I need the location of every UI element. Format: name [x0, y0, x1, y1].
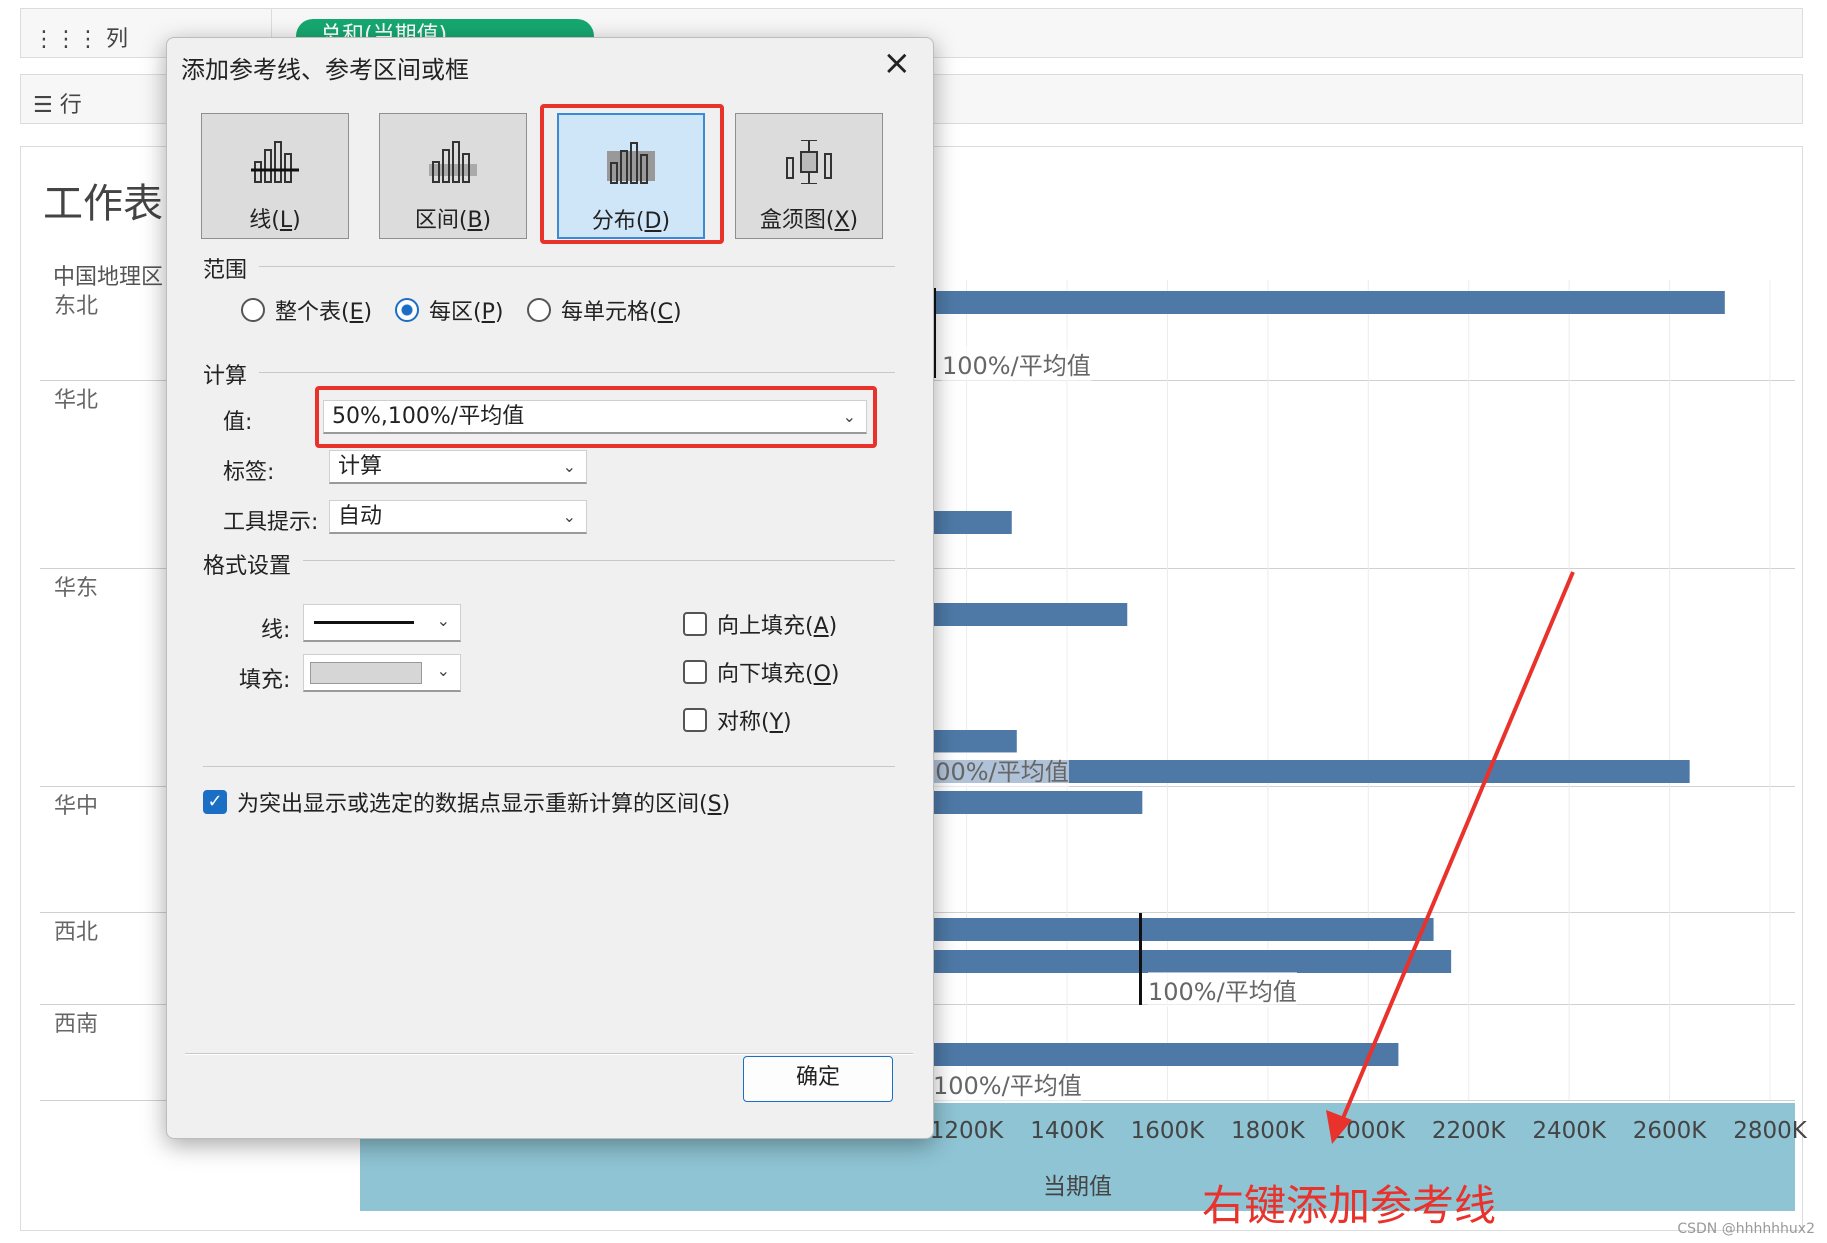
chevron-down-icon: ⌄	[436, 661, 450, 680]
reference-label: 100%/平均值	[942, 346, 1091, 381]
highlight-box	[540, 104, 724, 244]
type-boxplot-button[interactable]: 盒须图(X)	[735, 113, 883, 239]
x-tick-label: 1200K	[929, 1118, 1004, 1144]
radio-circle[interactable]	[241, 298, 265, 322]
scope-table-radio[interactable]: 整个表(E)	[241, 294, 372, 326]
reference-line[interactable]	[1139, 913, 1142, 1005]
dialog-title: 添加参考线、参考区间或框	[181, 56, 469, 84]
label-dropdown[interactable]: 计算 ⌄	[329, 450, 587, 484]
symmetric-checkbox[interactable]: 对称(Y)	[683, 704, 792, 736]
fill-label: 填充:	[239, 668, 291, 693]
x-tick-label: 2200K	[1431, 1118, 1506, 1144]
chevron-down-icon: ⌄	[562, 457, 576, 476]
calc-section-title: 计算	[203, 364, 248, 389]
scope-cell-label: 每单元格(C)	[561, 300, 682, 325]
annotation-text: 右键添加参考线	[1202, 1181, 1497, 1230]
format-section-title: 格式设置	[203, 554, 292, 579]
close-icon[interactable]: ×	[883, 46, 912, 80]
divider	[259, 372, 895, 373]
checkbox-box[interactable]	[683, 612, 707, 636]
fill-swatch	[310, 662, 422, 684]
fill-dropdown[interactable]: ⌄	[303, 654, 461, 692]
type-line-label: 线(L)	[249, 208, 301, 233]
reference-label: 100%/平均值	[920, 752, 1069, 787]
radio-circle[interactable]	[527, 298, 551, 322]
scope-cell-radio[interactable]: 每单元格(C)	[527, 294, 682, 326]
value-label: 值:	[223, 410, 253, 435]
chevron-down-icon: ⌄	[562, 507, 576, 526]
reference-label: 100%/平均值	[1148, 972, 1297, 1007]
band-chart-icon	[429, 141, 477, 183]
line-style-dropdown[interactable]: ⌄	[303, 604, 461, 642]
divider	[185, 1053, 913, 1054]
fill-above-label: 向上填充(A)	[717, 614, 838, 639]
type-boxplot-label: 盒须图(X)	[759, 208, 859, 233]
add-reference-dialog: 添加参考线、参考区间或框 × 线(L) 区间(B) 分布(D) 盒须图(X) 范…	[166, 37, 934, 1139]
chevron-down-icon: ⌄	[436, 611, 450, 630]
label-label: 标签:	[223, 460, 275, 485]
divider	[303, 560, 895, 561]
type-band-label: 区间(B)	[414, 208, 492, 233]
x-tick-label: 1600K	[1130, 1118, 1205, 1144]
line-swatch	[314, 621, 414, 624]
symmetric-label: 对称(Y)	[717, 710, 792, 735]
fill-below-checkbox[interactable]: 向下填充(O)	[683, 656, 840, 688]
x-tick-label: 2800K	[1733, 1118, 1807, 1144]
boxplot-icon	[786, 139, 832, 185]
radio-circle-selected[interactable]	[395, 298, 419, 322]
line-chart-icon	[251, 141, 299, 183]
line-style-label: 线:	[261, 618, 291, 643]
fill-above-checkbox[interactable]: 向上填充(A)	[683, 608, 837, 640]
type-band-button[interactable]: 区间(B)	[379, 113, 527, 239]
type-line-button[interactable]: 线(L)	[201, 113, 349, 239]
scope-pane-radio[interactable]: 每区(P)	[395, 294, 503, 326]
highlight-box	[315, 386, 877, 448]
x-tick-label: 1400K	[1030, 1118, 1104, 1144]
watermark: CSDN @hhhhhhux2	[1677, 1221, 1815, 1237]
divider	[203, 766, 895, 767]
x-tick-label: 2000K	[1331, 1118, 1406, 1144]
tooltip-label: 工具提示:	[223, 510, 319, 535]
fill-below-label: 向下填充(O)	[717, 662, 840, 687]
ok-button[interactable]: 确定	[743, 1056, 893, 1102]
reference-label: 100%/平均值	[933, 1066, 1082, 1101]
x-tick-label: 2400K	[1532, 1118, 1606, 1144]
scope-section-title: 范围	[203, 258, 248, 283]
divider	[185, 1054, 913, 1055]
tooltip-dropdown[interactable]: 自动 ⌄	[329, 500, 587, 534]
recalc-label: 为突出显示或选定的数据点显示重新计算的区间(S)	[237, 792, 731, 817]
x-tick-label: 1800K	[1231, 1118, 1305, 1144]
scope-table-label: 整个表(E)	[275, 300, 373, 325]
checkbox-box[interactable]	[683, 660, 707, 684]
divider	[259, 266, 895, 267]
scope-pane-label: 每区(P)	[429, 300, 504, 325]
checkbox-box[interactable]	[683, 708, 707, 732]
checkmark-icon[interactable]: ✓	[203, 790, 227, 814]
x-tick-label: 2600K	[1632, 1118, 1707, 1144]
x-axis-title: 当期值	[1043, 1174, 1112, 1200]
recalc-checkbox[interactable]: ✓ 为突出显示或选定的数据点显示重新计算的区间(S)	[203, 786, 730, 818]
